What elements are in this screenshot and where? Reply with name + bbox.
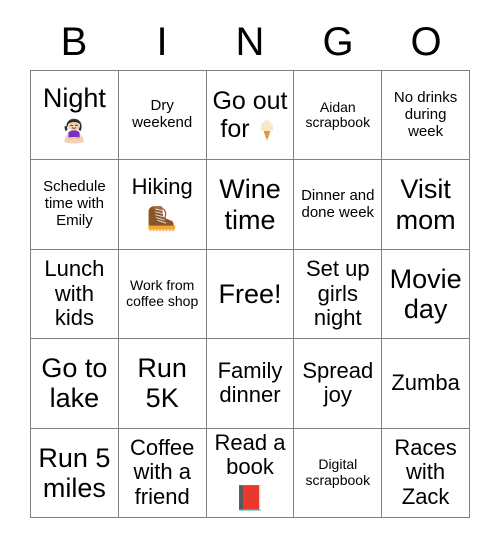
bingo-cell[interactable]: Go out for [206, 71, 295, 161]
bingo-header-letter: B [60, 20, 88, 64]
bingo-header-letter: G [322, 20, 354, 64]
bingo-cell-label: Night [42, 82, 106, 113]
bingo-header-letter: N [235, 20, 265, 64]
bingo-header-letter: I [156, 20, 168, 64]
bingo-header: BINGO [30, 14, 470, 70]
bingo-cell-label: No drinks during week [393, 89, 458, 140]
bingo-cell-label: Hiking [131, 173, 193, 199]
bingo-cell-label: Dry weekend [132, 97, 193, 132]
bingo-cell-label: Wine time [219, 174, 281, 235]
bingo-cell[interactable]: Free! [206, 249, 295, 340]
bingo-cell[interactable]: Hiking [118, 160, 207, 250]
bingo-header-letter: O [410, 20, 442, 64]
bingo-cell[interactable]: Dinner and done week [294, 160, 383, 250]
bingo-cell-label: Lunch with kids [44, 256, 105, 331]
bingo-cell-label: Coffee with a friend [129, 434, 195, 510]
bingo-cell[interactable]: Zumba [382, 339, 470, 429]
bingo-cell[interactable]: Set up girls night [294, 249, 383, 340]
bingo-cell-label: Free! [218, 278, 282, 309]
bingo-cell[interactable]: Schedule time with Emily [31, 160, 119, 250]
bingo-cell[interactable]: Dry weekend [118, 71, 207, 161]
person-in-lotus-position-emoji [57, 114, 91, 148]
bingo-cell[interactable]: Lunch with kids [31, 249, 119, 340]
bingo-cell-label: Digital scrapbook [305, 456, 371, 488]
closed-book-emoji [233, 481, 267, 515]
bingo-cell-label: Go to lake [41, 353, 108, 414]
bingo-cell-label: Family dinner [217, 357, 283, 408]
bingo-cell[interactable]: Visit mom [382, 160, 470, 250]
bingo-cell[interactable]: Coffee with a friend [118, 428, 207, 518]
bingo-cell-label: Dinner and done week [301, 186, 375, 221]
bingo-cell-label: Visit mom [395, 174, 456, 235]
bingo-cell[interactable]: Read a book [206, 428, 295, 518]
bingo-cell-label: Zumba [391, 370, 460, 396]
bingo-cell[interactable]: Digital scrapbook [294, 428, 383, 518]
bingo-cell[interactable]: Go to lake [31, 339, 119, 429]
bingo-cell[interactable]: No drinks during week [382, 71, 470, 161]
bingo-cell-label: Schedule time with Emily [43, 178, 106, 229]
bingo-cell[interactable]: Run 5 miles [31, 428, 119, 518]
bingo-cell-label: Races with Zack [394, 434, 457, 510]
bingo-cell-label: Read a book [214, 429, 286, 480]
bingo-cell-label: Run 5 miles [38, 442, 111, 503]
bingo-cell-label: Spread joy [302, 357, 374, 408]
bingo-cell[interactable]: Work from coffee shop [118, 249, 207, 340]
bingo-cell[interactable]: Run 5K [118, 339, 207, 429]
bingo-cell[interactable]: Races with Zack [382, 428, 470, 518]
bingo-cell-label: Run 5K [137, 353, 187, 414]
bingo-cell-label: Movie day [389, 263, 462, 324]
ice-cream-cone-emoji [254, 117, 280, 143]
bingo-cell[interactable]: Night [31, 71, 119, 161]
bingo-cell-label: Set up girls night [305, 256, 370, 331]
bingo-cell-label: Work from coffee shop [126, 277, 199, 309]
bingo-cell[interactable]: Spread joy [294, 339, 383, 429]
bingo-grid: Night Dry weekend Go out for Aidan scrapboo… [30, 70, 470, 518]
bingo-cell-label: Go out for [212, 87, 288, 143]
bingo-cell[interactable]: Family dinner [206, 339, 295, 429]
bingo-cell-label: Aidan scrapbook [305, 98, 371, 131]
bingo-cell[interactable]: Aidan scrapbook [294, 71, 383, 161]
bingo-cell[interactable]: Wine time [206, 160, 295, 250]
bingo-card: B I N G O Night Dry weekend Go out for Aidan sc… [0, 0, 500, 544]
bingo-cell[interactable]: Movie day [382, 249, 470, 340]
hiking-boot-emoji [145, 200, 179, 234]
